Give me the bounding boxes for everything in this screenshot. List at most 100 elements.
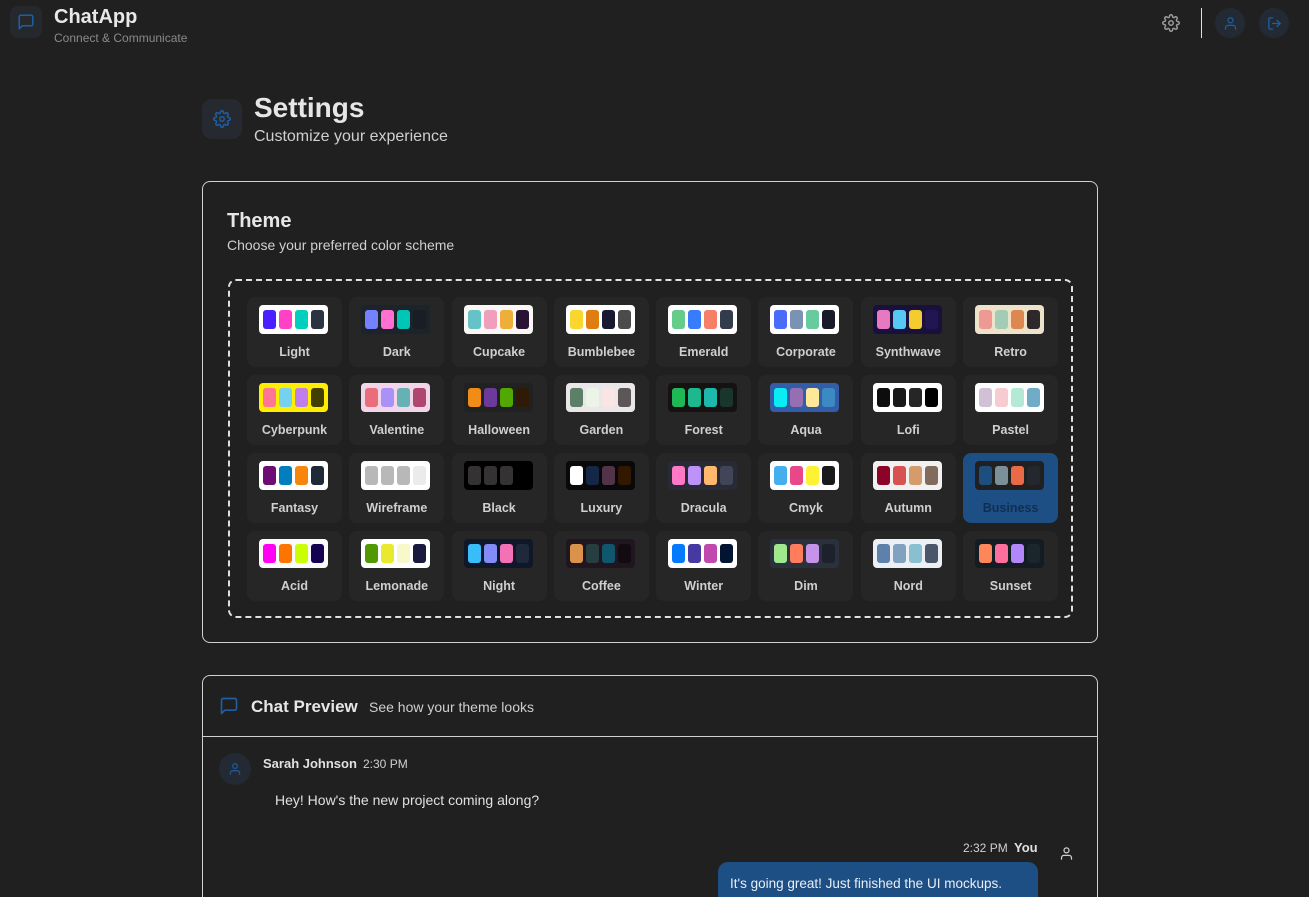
- color-chip: [311, 466, 324, 485]
- theme-option-label: Lemonade: [365, 579, 429, 593]
- theme-option-bumblebee[interactable]: Bumblebee: [553, 297, 649, 367]
- color-chip: [672, 466, 686, 485]
- color-chip: [672, 544, 686, 563]
- color-chip: [279, 466, 292, 485]
- theme-option-acid[interactable]: Acid: [247, 531, 342, 601]
- top-bar: ChatApp Connect & Communicate: [0, 0, 1309, 48]
- theme-swatch: [361, 383, 431, 412]
- message-time: 2:32 PM: [963, 841, 1008, 855]
- logout-button[interactable]: [1259, 8, 1289, 38]
- theme-option-label: Black: [482, 501, 516, 515]
- settings-button[interactable]: [1156, 8, 1186, 38]
- theme-option-label: Light: [279, 345, 310, 359]
- color-chip: [1011, 310, 1025, 329]
- app-title: ChatApp: [54, 6, 138, 28]
- color-chip: [381, 544, 395, 563]
- app-logo[interactable]: [10, 6, 42, 38]
- color-chip: [790, 544, 804, 563]
- theme-option-dark[interactable]: Dark: [349, 297, 445, 367]
- theme-option-pastel[interactable]: Pastel: [963, 375, 1059, 445]
- color-chip: [499, 310, 513, 329]
- app-subtitle: Connect & Communicate: [54, 31, 188, 45]
- color-chip: [790, 310, 804, 329]
- color-chip: [397, 388, 411, 407]
- color-chip: [467, 466, 481, 485]
- theme-option-emerald[interactable]: Emerald: [656, 297, 752, 367]
- theme-option-cupcake[interactable]: Cupcake: [451, 297, 547, 367]
- color-chip: [295, 466, 308, 485]
- theme-option-valentine[interactable]: Valentine: [349, 375, 445, 445]
- theme-option-forest[interactable]: Forest: [656, 375, 752, 445]
- color-chip: [822, 544, 836, 563]
- theme-option-light[interactable]: Light: [247, 297, 342, 367]
- theme-option-label: Night: [483, 579, 516, 593]
- avatar: [1050, 837, 1082, 869]
- color-chip: [806, 310, 820, 329]
- theme-option-label: Dark: [382, 345, 411, 359]
- color-chip: [515, 388, 529, 407]
- theme-swatch: [361, 461, 431, 490]
- theme-option-cmyk[interactable]: Cmyk: [758, 453, 854, 523]
- color-chip: [483, 544, 497, 563]
- theme-option-garden[interactable]: Garden: [553, 375, 649, 445]
- theme-option-label: Cmyk: [788, 501, 823, 515]
- theme-option-retro[interactable]: Retro: [963, 297, 1059, 367]
- theme-option-fantasy[interactable]: Fantasy: [247, 453, 342, 523]
- profile-button[interactable]: [1215, 8, 1245, 38]
- color-chip: [876, 466, 890, 485]
- theme-swatch: [975, 383, 1045, 412]
- theme-option-aqua[interactable]: Aqua: [758, 375, 854, 445]
- theme-option-label: Nord: [893, 579, 923, 593]
- theme-swatch: [463, 383, 533, 412]
- color-chip: [295, 544, 308, 563]
- color-chip: [908, 466, 922, 485]
- color-chip: [617, 544, 631, 563]
- chat-preview-header: Chat Preview See how your theme looks: [203, 676, 1097, 737]
- theme-option-business[interactable]: Business: [963, 453, 1059, 523]
- color-chip: [601, 388, 615, 407]
- color-chip: [397, 310, 411, 329]
- color-chip: [1011, 466, 1025, 485]
- theme-option-sunset[interactable]: Sunset: [963, 531, 1059, 601]
- color-chip: [688, 466, 702, 485]
- theme-option-dracula[interactable]: Dracula: [656, 453, 752, 523]
- theme-swatch: [668, 461, 738, 490]
- color-chip: [876, 388, 890, 407]
- theme-option-dim[interactable]: Dim: [758, 531, 854, 601]
- theme-option-halloween[interactable]: Halloween: [451, 375, 547, 445]
- chat-preview-card: Chat Preview See how your theme looks Sa…: [202, 675, 1098, 897]
- color-chip: [295, 310, 308, 329]
- color-chip: [979, 466, 993, 485]
- theme-option-synthwave[interactable]: Synthwave: [860, 297, 956, 367]
- color-chip: [365, 466, 379, 485]
- color-chip: [365, 388, 379, 407]
- theme-option-nord[interactable]: Nord: [860, 531, 956, 601]
- theme-swatch: [975, 461, 1045, 490]
- color-chip: [601, 310, 615, 329]
- page-title: Settings: [254, 92, 365, 123]
- theme-option-night[interactable]: Night: [451, 531, 547, 601]
- theme-swatch: [975, 305, 1045, 334]
- color-chip: [672, 310, 686, 329]
- theme-option-lofi[interactable]: Lofi: [860, 375, 956, 445]
- theme-option-luxury[interactable]: Luxury: [553, 453, 649, 523]
- settings-header-icon-box: [202, 99, 242, 139]
- theme-option-lemonade[interactable]: Lemonade: [349, 531, 445, 601]
- color-chip: [720, 310, 734, 329]
- color-chip: [263, 544, 276, 563]
- theme-option-cyberpunk[interactable]: Cyberpunk: [247, 375, 342, 445]
- color-chip: [995, 466, 1009, 485]
- theme-option-winter[interactable]: Winter: [656, 531, 752, 601]
- theme-swatch: [463, 539, 533, 568]
- theme-option-wireframe[interactable]: Wireframe: [349, 453, 445, 523]
- color-chip: [279, 388, 292, 407]
- theme-swatch: [565, 461, 635, 490]
- theme-option-corporate[interactable]: Corporate: [758, 297, 854, 367]
- color-chip: [483, 388, 497, 407]
- color-chip: [365, 310, 379, 329]
- theme-option-coffee[interactable]: Coffee: [553, 531, 649, 601]
- theme-option-black[interactable]: Black: [451, 453, 547, 523]
- theme-option-autumn[interactable]: Autumn: [860, 453, 956, 523]
- color-chip: [1011, 388, 1025, 407]
- theme-option-label: Valentine: [369, 423, 425, 437]
